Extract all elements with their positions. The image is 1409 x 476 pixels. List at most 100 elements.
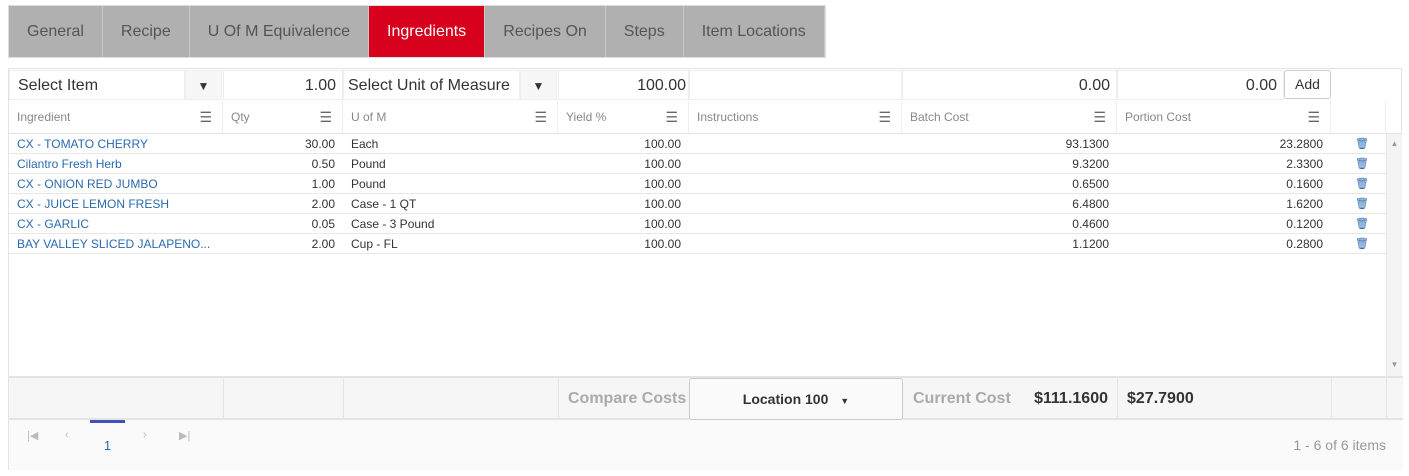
divider: [223, 378, 224, 420]
tab-bar: General Recipe U Of M Equivalence Ingredien…: [8, 5, 826, 58]
column-header-label: Ingredient: [17, 110, 71, 124]
filter-icon[interactable]: ☰: [1093, 101, 1106, 134]
cell-portion: 0.1600: [1286, 177, 1323, 191]
qty-input[interactable]: 1.00: [223, 70, 343, 100]
cell-uom: Case - 1 QT: [351, 197, 417, 211]
cell-yield: 100.00: [644, 197, 681, 211]
pager: |◀ ‹ 1 › ▶| 1 - 6 of 6 items: [9, 420, 1403, 470]
filter-icon[interactable]: ☰: [199, 101, 212, 134]
select-item-placeholder: Select Item: [18, 77, 99, 94]
grid-footer: Compare Costs Location 100 ▼ Current Cos…: [9, 376, 1403, 420]
table-row: CX - GARLIC 0.05 Case - 3 Pound 100.00 0.460…: [9, 214, 1386, 234]
column-header[interactable]: Ingredient ☰: [9, 101, 223, 134]
last-page-icon[interactable]: ▶|: [179, 429, 190, 442]
cell-ingredient[interactable]: CX - TOMATO CHERRY: [9, 134, 223, 154]
trash-icon[interactable]: 🗑: [1355, 154, 1369, 174]
trash-icon[interactable]: 🗑: [1355, 174, 1369, 194]
cell-qty: 0.50: [311, 157, 335, 171]
next-page-icon[interactable]: ›: [143, 429, 147, 441]
cell-portion: 23.2800: [1279, 137, 1323, 151]
cell-ingredient[interactable]: CX - JUICE LEMON FRESH: [9, 194, 223, 214]
cell-yield: 100.00: [644, 137, 681, 151]
cell-ingredient[interactable]: BAY VALLEY SLICED JALAPENO...: [9, 234, 223, 254]
cell-ingredient[interactable]: CX - ONION RED JUMBO: [9, 174, 223, 194]
cell-batch: 0.4600: [1072, 217, 1109, 231]
scroll-up-icon[interactable]: ▲: [1387, 139, 1402, 148]
tab-steps[interactable]: Steps: [606, 6, 684, 57]
location-dropdown[interactable]: Location 100 ▼: [689, 378, 903, 420]
column-header-label: Batch Cost: [910, 110, 969, 124]
filter-icon[interactable]: ☰: [1307, 101, 1320, 134]
cell-uom: Pound: [351, 157, 386, 171]
portion-cost-input[interactable]: 0.00: [1117, 70, 1284, 100]
divider: [343, 378, 344, 420]
batch-cost-input[interactable]: 0.00: [902, 70, 1117, 100]
trash-icon[interactable]: 🗑: [1355, 134, 1369, 154]
chevron-down-icon[interactable]: ▼: [520, 70, 557, 100]
filter-icon[interactable]: ☰: [665, 101, 678, 134]
cell-ingredient[interactable]: CX - GARLIC: [9, 214, 223, 234]
vertical-scrollbar[interactable]: ▲ ▼: [1386, 134, 1402, 376]
divider: [558, 378, 559, 420]
filter-icon[interactable]: ☰: [534, 101, 547, 134]
batch-total: $111.1600: [1034, 390, 1108, 407]
column-header-label: Qty: [231, 110, 250, 124]
add-button[interactable]: Add: [1284, 70, 1331, 99]
active-page-indicator: [90, 420, 125, 423]
column-header[interactable]: U of M ☰: [343, 101, 558, 134]
pager-summary: 1 - 6 of 6 items: [1293, 437, 1386, 453]
divider: [1117, 378, 1118, 420]
compare-costs-label: Compare Costs: [568, 390, 687, 407]
cell-yield: 100.00: [644, 237, 681, 251]
tab-u-of-m-equivalence[interactable]: U Of M Equivalence: [190, 6, 370, 57]
cell-yield: 100.00: [644, 177, 681, 191]
cell-portion: 0.1200: [1286, 217, 1323, 231]
column-header[interactable]: Instructions ☰: [689, 101, 902, 134]
cell-qty: 0.05: [311, 217, 335, 231]
portion-total: $27.7900: [1127, 390, 1194, 407]
cell-qty: 1.00: [311, 177, 335, 191]
first-page-icon[interactable]: |◀: [27, 429, 38, 442]
location-value: Location 100: [742, 391, 829, 407]
cell-yield: 100.00: [644, 157, 681, 171]
cell-portion: 2.3300: [1286, 157, 1323, 171]
tab-ingredients[interactable]: Ingredients: [369, 6, 486, 57]
select-item-dropdown[interactable]: Select Item: [9, 70, 185, 100]
column-header[interactable]: Portion Cost ☰: [1117, 101, 1331, 134]
cell-portion: 1.6200: [1286, 197, 1323, 211]
yield-input[interactable]: 100.00: [558, 70, 689, 100]
tab-item-locations[interactable]: Item Locations: [684, 6, 825, 57]
prev-page-icon[interactable]: ‹: [65, 429, 69, 441]
divider: [1331, 378, 1332, 420]
ingredients-grid: Select Item ▼ 1.00 Select Unit of Measur…: [8, 68, 1403, 470]
page-1-button[interactable]: 1: [90, 438, 125, 453]
cell-qty: 30.00: [304, 137, 335, 151]
instructions-input[interactable]: [689, 70, 902, 100]
column-header[interactable]: Yield % ☰: [558, 101, 689, 134]
select-uom-dropdown[interactable]: Select Unit of Measure: [343, 70, 520, 100]
cell-qty: 2.00: [311, 197, 335, 211]
column-header-label: U of M: [351, 110, 387, 124]
cell-uom: Each: [351, 137, 379, 151]
cell-yield: 100.00: [644, 217, 681, 231]
column-header[interactable]: Qty ☰: [223, 101, 343, 134]
table-row: Cilantro Fresh Herb 0.50 Pound 100.00 9.3200…: [9, 154, 1386, 174]
cell-uom: Case - 3 Pound: [351, 217, 435, 231]
filter-icon[interactable]: ☰: [319, 101, 332, 134]
scroll-down-icon[interactable]: ▼: [1387, 360, 1402, 369]
cell-batch: 6.4800: [1072, 197, 1109, 211]
filter-icon[interactable]: ☰: [878, 101, 891, 134]
tab-recipe[interactable]: Recipe: [103, 6, 190, 57]
table-row: CX - TOMATO CHERRY 30.00 Each 100.00 93.1300…: [9, 134, 1386, 154]
cell-batch: 0.6500: [1072, 177, 1109, 191]
trash-icon[interactable]: 🗑: [1355, 214, 1369, 234]
trash-icon[interactable]: 🗑: [1355, 194, 1369, 214]
tab-recipes-on[interactable]: Recipes On: [485, 6, 606, 57]
cell-ingredient[interactable]: Cilantro Fresh Herb: [9, 154, 223, 174]
chevron-down-icon[interactable]: ▼: [185, 70, 222, 100]
trash-icon[interactable]: 🗑: [1355, 234, 1369, 254]
cell-uom: Cup - FL: [351, 237, 398, 251]
cell-uom: Pound: [351, 177, 386, 191]
column-header[interactable]: Batch Cost ☰: [902, 101, 1117, 134]
tab-general[interactable]: General: [9, 6, 103, 57]
